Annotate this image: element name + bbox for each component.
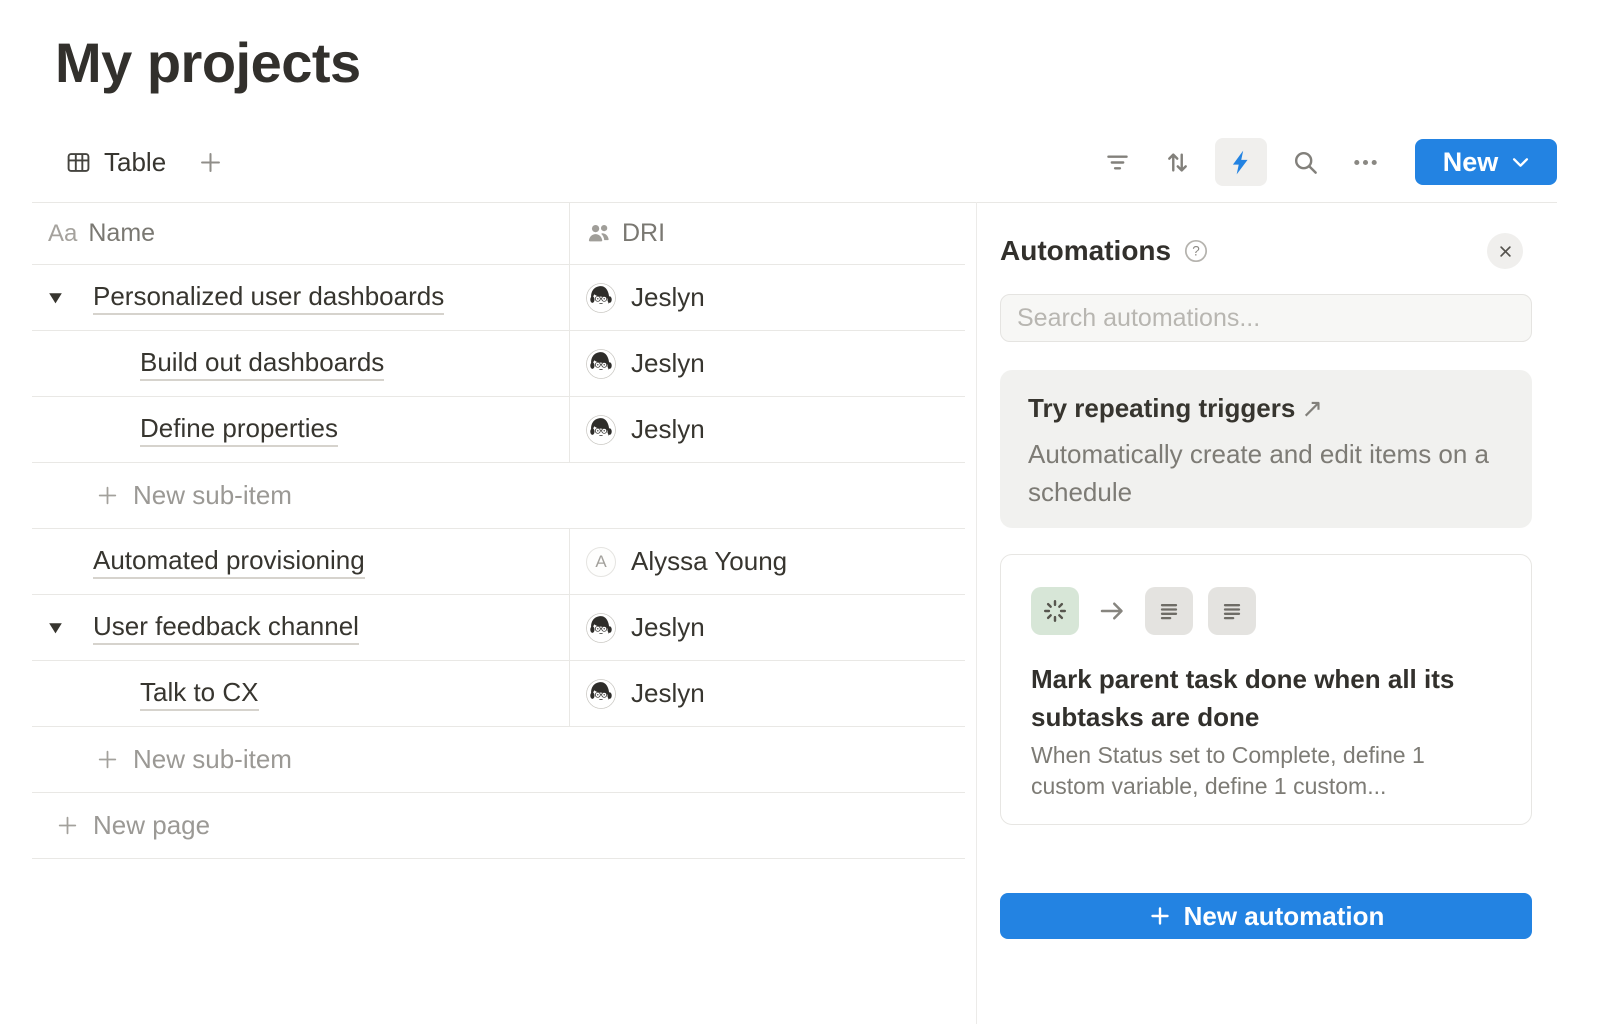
new-page-button[interactable]: New page: [32, 793, 965, 859]
search-button[interactable]: [1283, 140, 1327, 184]
table-dri-cell: Jeslyn: [570, 661, 965, 726]
column-header-dri[interactable]: DRI: [570, 203, 965, 264]
row-title-link[interactable]: Automated provisioning: [93, 545, 365, 579]
automations-panel: Automations ? Try repeating triggers↗ Au…: [977, 202, 1622, 1024]
arrow-right-icon: [1097, 596, 1127, 626]
plus-icon: [55, 813, 80, 838]
automations-button[interactable]: [1215, 138, 1267, 186]
expand-toggle-icon[interactable]: [48, 621, 63, 634]
table-view-icon: [65, 149, 92, 176]
close-icon: [1496, 242, 1515, 261]
sort-button[interactable]: [1155, 140, 1199, 184]
table-name-cell: Personalized user dashboards: [32, 265, 570, 330]
row-title-link[interactable]: User feedback channel: [93, 611, 359, 645]
close-panel-button[interactable]: [1487, 233, 1523, 269]
avatar-illustration: [586, 283, 616, 313]
new-row-label: New page: [93, 810, 210, 841]
page-title: My projects: [55, 30, 361, 95]
avatar-illustration: [586, 415, 616, 445]
expand-toggle-icon[interactable]: [48, 291, 63, 304]
person-name: Jeslyn: [631, 678, 705, 709]
plus-icon: [95, 483, 120, 508]
search-automations-input[interactable]: [1000, 294, 1532, 342]
text-type-icon: Aa: [48, 220, 77, 248]
new-button-label: New: [1443, 147, 1499, 178]
table-row: Talk to CX Jeslyn: [32, 661, 965, 727]
promo-description: Automatically create and edit items on a…: [1028, 435, 1504, 511]
ellipsis-icon: [1351, 148, 1380, 177]
table-header-row: Aa Name DRI: [32, 203, 965, 265]
projects-table: Aa Name DRI Personalized user dashboards…: [32, 203, 965, 859]
person-name: Jeslyn: [631, 612, 705, 643]
search-icon: [1291, 148, 1320, 177]
plus-icon: [197, 149, 224, 176]
more-options-button[interactable]: [1343, 140, 1387, 184]
avatar-illustration: [586, 349, 616, 379]
column-name-label: Name: [88, 219, 155, 248]
new-sub-item-button[interactable]: New sub-item: [32, 727, 965, 793]
toolbar: Table: [65, 137, 1557, 187]
table-dri-cell: Jeslyn: [570, 595, 965, 660]
action-text-icon-2: [1208, 587, 1256, 635]
add-view-button[interactable]: [188, 140, 232, 184]
plus-icon: [95, 747, 120, 772]
arrow-up-right-icon: ↗: [1301, 393, 1323, 423]
help-icon: ?: [1183, 238, 1209, 264]
table-name-cell: Automated provisioning: [32, 529, 570, 594]
person-name: Jeslyn: [631, 348, 705, 379]
row-title-link[interactable]: Build out dashboards: [140, 347, 384, 381]
table-name-cell: Talk to CX: [32, 661, 570, 726]
person-name: Alyssa Young: [631, 546, 787, 577]
action-text-icon: [1145, 587, 1193, 635]
repeating-triggers-promo-card[interactable]: Try repeating triggers↗ Automatically cr…: [1000, 370, 1532, 528]
row-title-link[interactable]: Talk to CX: [140, 677, 259, 711]
promo-title: Try repeating triggers: [1028, 393, 1295, 423]
new-automation-label: New automation: [1184, 901, 1385, 932]
new-row-label: New sub-item: [133, 480, 292, 511]
avatar-initial: A: [586, 547, 616, 577]
automation-description: When Status set to Complete, define 1 cu…: [1031, 740, 1501, 802]
table-row: Automated provisioning A Alyssa Young: [32, 529, 965, 595]
table-name-cell: User feedback channel: [32, 595, 570, 660]
table-name-cell: Build out dashboards: [32, 331, 570, 396]
plus-icon: [1148, 904, 1172, 928]
automation-title: Mark parent task done when all its subta…: [1031, 660, 1501, 736]
svg-text:?: ?: [1192, 244, 1200, 259]
new-button[interactable]: New: [1415, 139, 1557, 185]
person-name: Jeslyn: [631, 282, 705, 313]
tab-table[interactable]: Table: [65, 147, 166, 178]
table-dri-cell: A Alyssa Young: [570, 529, 965, 594]
table-row: User feedback channel Jeslyn: [32, 595, 965, 661]
filter-button[interactable]: [1095, 140, 1139, 184]
help-button[interactable]: ?: [1183, 238, 1209, 264]
trigger-spinner-icon: [1031, 587, 1079, 635]
table-body: Personalized user dashboardsJeslynBuild …: [32, 265, 965, 859]
panel-title: Automations: [1000, 235, 1171, 267]
chevron-down-icon: [1512, 157, 1529, 168]
table-row: Build out dashboards Jeslyn: [32, 331, 965, 397]
column-header-name[interactable]: Aa Name: [32, 203, 570, 264]
row-title-link[interactable]: Personalized user dashboards: [93, 281, 444, 315]
new-row-label: New sub-item: [133, 744, 292, 775]
table-dri-cell: Jeslyn: [570, 397, 965, 462]
person-name: Jeslyn: [631, 414, 705, 445]
column-dri-label: DRI: [622, 219, 665, 248]
avatar-illustration: [586, 613, 616, 643]
new-automation-button[interactable]: New automation: [1000, 893, 1532, 939]
people-icon: [586, 221, 611, 246]
avatar-illustration: [586, 679, 616, 709]
table-name-cell: Define properties: [32, 397, 570, 462]
lightning-bolt-icon: [1227, 148, 1256, 177]
automation-flow-icons: [1031, 587, 1501, 635]
filter-icon: [1103, 148, 1132, 177]
table-row: Define properties Jeslyn: [32, 397, 965, 463]
sort-icon: [1163, 148, 1192, 177]
automation-card[interactable]: Mark parent task done when all its subta…: [1000, 554, 1532, 825]
view-tab-label: Table: [104, 147, 166, 178]
row-title-link[interactable]: Define properties: [140, 413, 338, 447]
new-sub-item-button[interactable]: New sub-item: [32, 463, 965, 529]
table-row: Personalized user dashboards Jeslyn: [32, 265, 965, 331]
table-dri-cell: Jeslyn: [570, 265, 965, 330]
table-dri-cell: Jeslyn: [570, 331, 965, 396]
